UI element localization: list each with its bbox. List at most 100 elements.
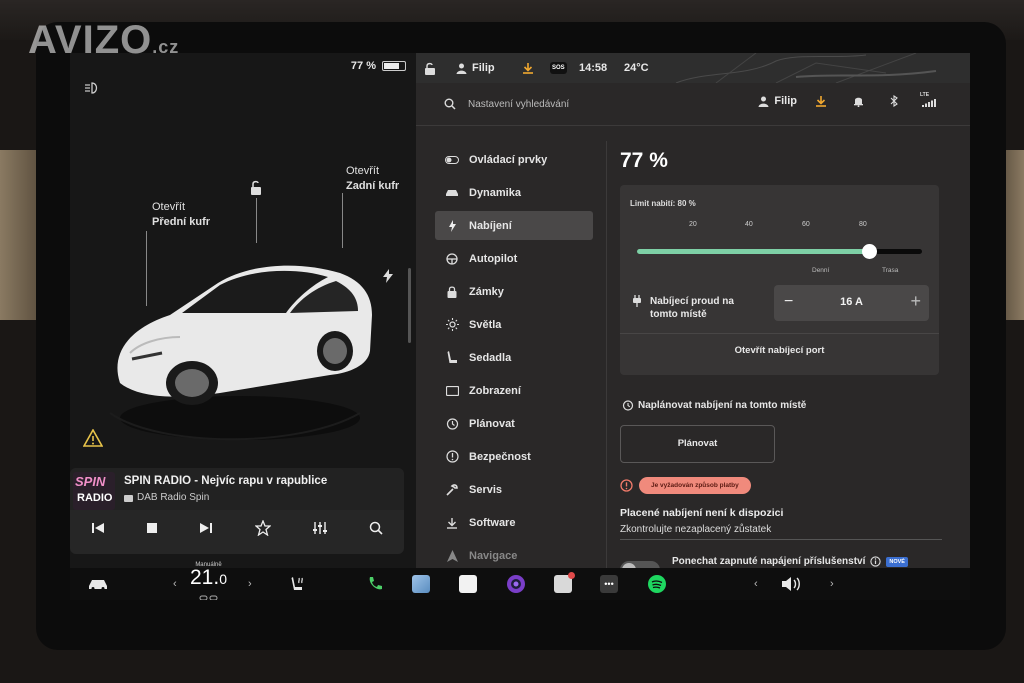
warning-icon[interactable] (83, 429, 103, 447)
software-update-icon[interactable] (815, 95, 827, 107)
spotify-icon[interactable] (647, 574, 667, 594)
favorite-star-icon[interactable] (254, 520, 271, 536)
download-update-icon[interactable] (522, 62, 534, 74)
status-user-name: Filip (472, 62, 495, 74)
car-model-image[interactable] (100, 233, 380, 453)
temp-increase-icon[interactable]: › (248, 578, 252, 590)
paid-charging-title: Placené nabíjení není k dispozici (620, 507, 784, 519)
header-divider (416, 125, 970, 126)
nav-item-navigation[interactable]: Navigace (435, 541, 593, 570)
profile-status[interactable]: Filip (456, 62, 495, 74)
increase-current-button[interactable]: + (910, 291, 921, 312)
watermark-text: AVIZO (28, 18, 153, 62)
settings-search-bar[interactable]: Nastavení vyhledávání Filip LTE (416, 87, 970, 123)
info-circle-icon (445, 450, 459, 463)
slider-handle[interactable] (862, 244, 877, 259)
media-source: DAB Radio Spin (124, 492, 209, 503)
next-track-icon[interactable] (199, 522, 213, 534)
nav-item-software[interactable]: Software (435, 508, 593, 537)
wrench-icon (446, 483, 458, 496)
volume-up-icon[interactable]: › (830, 578, 834, 590)
accessory-label-text: Ponechat zapnuté napájení příslušenství (672, 556, 866, 567)
nav-label: Software (469, 516, 516, 529)
nav-label: Nabíjení (469, 219, 512, 232)
nav-item-autopilot[interactable]: Autopilot (435, 244, 593, 273)
previous-track-icon[interactable] (91, 522, 105, 534)
fan-indicator-icon (199, 595, 217, 600)
nav-item-lights[interactable]: Světla (435, 310, 593, 339)
nav-item-safety[interactable]: Bezpečnost (435, 442, 593, 471)
lock-status-icon[interactable] (424, 62, 436, 75)
slider-fill (637, 249, 869, 254)
touchscreen: 77 % Otevřít Přední kufr Otevřít Zadní k… (70, 53, 970, 600)
volume-down-icon[interactable]: ‹ (754, 578, 758, 590)
open-charge-port-button[interactable]: Otevřít nabíjecí port (620, 345, 939, 356)
payment-required-button[interactable]: Je vyžadován způsob platby (639, 477, 751, 494)
rear-trunk-action: Otevřít (346, 165, 380, 177)
equalizer-icon[interactable] (312, 521, 328, 535)
more-apps-icon[interactable]: ••• (600, 575, 618, 593)
tick-label: 40 (745, 221, 753, 228)
seat-heater-icon[interactable] (289, 575, 307, 593)
charge-port-icon[interactable] (382, 269, 394, 283)
nav-item-service[interactable]: Servis (435, 475, 593, 504)
media-player[interactable]: SPIN RADIO SPIN RADIO - Nejvíc rapu v ra… (70, 468, 404, 554)
toybox-app-icon[interactable] (412, 575, 430, 593)
unpaid-balance-link[interactable]: Zkontrolujte nezaplacený zůstatek (620, 524, 771, 535)
notification-bell-icon[interactable] (853, 95, 864, 107)
temp-integer: 21. (190, 566, 220, 589)
search-input[interactable]: Nastavení vyhledávání (468, 99, 569, 110)
header-icons: Filip LTE (758, 92, 970, 107)
media-search-icon[interactable] (369, 521, 383, 535)
profile-name: Filip (774, 95, 797, 107)
clock: 14:58 (579, 62, 608, 74)
dashcam-app-icon[interactable] (554, 572, 575, 593)
front-trunk-action: Otevřít (152, 201, 186, 213)
info-icon[interactable] (870, 556, 882, 567)
avizo-watermark-logo: AVIZO.cz (28, 18, 179, 63)
car-panel: 77 % Otevřít Přední kufr Otevřít Zadní k… (70, 53, 416, 568)
climate-temperature[interactable]: Manuálně 21.0 (190, 562, 227, 600)
calendar-app-icon[interactable] (459, 575, 477, 593)
profile-button[interactable]: Filip (758, 95, 797, 107)
nav-label: Zámky (469, 285, 504, 298)
unlock-icon[interactable] (249, 180, 263, 196)
camera-app-icon[interactable] (506, 574, 526, 594)
seat-icon (447, 351, 457, 363)
stop-icon[interactable] (146, 522, 158, 534)
nav-item-charging[interactable]: Nabíjení (435, 211, 593, 240)
station-logo: SPIN RADIO (73, 472, 115, 510)
phone-icon[interactable] (366, 575, 384, 593)
temp-decimal: 0 (219, 571, 227, 587)
panel-scroll-indicator[interactable] (408, 268, 411, 343)
volume-icon[interactable] (781, 576, 803, 592)
rear-trunk-button[interactable]: Otevřít Zadní kufr (346, 164, 399, 194)
nav-item-locks[interactable]: Zámky (435, 277, 593, 306)
nav-item-display[interactable]: Zobrazení (435, 376, 593, 405)
charge-limit-slider[interactable] (637, 244, 922, 259)
nav-item-dynamics[interactable]: Dynamika (435, 178, 593, 207)
lte-label: LTE (920, 92, 930, 98)
rear-trunk-name: Zadní kufr (346, 180, 400, 192)
nav-item-seats[interactable]: Sedadla (435, 343, 593, 372)
schedule-button[interactable]: Plánovat (620, 425, 775, 463)
schedule-charging-title: Naplánovat nabíjení na tomto místě (622, 399, 806, 411)
headlight-icon[interactable] (84, 81, 102, 95)
nav-item-controls[interactable]: Ovládací prvky (435, 145, 593, 174)
lte-signal-icon[interactable]: LTE (920, 92, 936, 107)
nav-item-schedule[interactable]: Plánovat (435, 409, 593, 438)
sun-icon (445, 318, 459, 331)
nav-divider (606, 141, 607, 571)
logo-text-top: SPIN (75, 474, 106, 489)
charge-limit-card: Limit nabití: 80 % 20 40 60 80 Denní Tra… (620, 185, 939, 375)
schedule-title-text: Naplánovat nabíjení na tomto místě (638, 399, 807, 411)
current-label-line1: Nabíjecí proud na (650, 296, 734, 307)
charge-limit-label: Limit nabití: 80 % (630, 199, 696, 208)
temp-decrease-icon[interactable]: ‹ (173, 578, 177, 590)
car-menu-icon[interactable] (87, 578, 109, 590)
settings-panel: Filip SOS 14:58 24°C Nastavení vyhledává… (416, 53, 970, 579)
front-trunk-button[interactable]: Otevřít Přední kufr (152, 200, 210, 230)
sos-button[interactable]: SOS (550, 62, 567, 74)
bluetooth-icon[interactable] (890, 95, 898, 107)
notification-dot (568, 572, 575, 579)
